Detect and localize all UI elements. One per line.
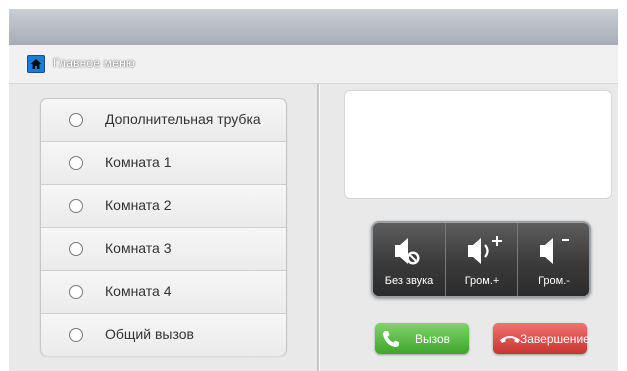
radio-button[interactable] xyxy=(69,199,83,213)
target-list: Дополнительная трубка Комната 1 Комната … xyxy=(40,98,287,356)
list-item-room-2[interactable]: Комната 2 xyxy=(41,185,286,228)
list-item-label: Комната 1 xyxy=(105,154,172,170)
window: Главное меню Дополнительная трубка Комна… xyxy=(9,9,618,371)
volume-up-label: Гром.+ xyxy=(464,275,500,287)
hangup-icon xyxy=(500,336,520,343)
radio-button[interactable] xyxy=(69,328,83,342)
list-item-label: Комната 2 xyxy=(105,197,172,213)
volume-down-label: Гром.- xyxy=(538,275,570,287)
list-item-label: Дополнительная трубка xyxy=(105,111,261,127)
list-item-label: Комната 3 xyxy=(105,240,172,256)
list-item-extra-handset[interactable]: Дополнительная трубка xyxy=(41,99,286,142)
home-icon[interactable] xyxy=(27,55,45,73)
radio-button[interactable] xyxy=(69,113,83,127)
volume-up-icon xyxy=(468,236,502,264)
video-display xyxy=(344,90,612,199)
call-button[interactable]: Вызов xyxy=(375,323,469,354)
volume-down-button[interactable]: Гром.- xyxy=(517,223,589,296)
call-label: Вызов xyxy=(415,332,451,346)
title-bar xyxy=(9,9,618,45)
radio-button[interactable] xyxy=(69,285,83,299)
panel-divider xyxy=(317,84,320,371)
hangup-label: Завершение xyxy=(520,332,590,346)
radio-button[interactable] xyxy=(69,242,83,256)
phone-icon xyxy=(383,331,399,347)
volume-up-button[interactable]: Гром.+ xyxy=(445,223,519,296)
mute-button[interactable]: Без звука xyxy=(373,223,446,296)
breadcrumb: Главное меню xyxy=(9,45,618,84)
audio-controls: Без звука Гром.+ Гром.- xyxy=(371,221,591,298)
volume-down-icon xyxy=(540,238,569,264)
radio-button[interactable] xyxy=(69,156,83,170)
hangup-button[interactable]: Завершение xyxy=(493,323,590,354)
list-item-label: Комната 4 xyxy=(105,283,172,299)
list-item-label: Общий вызов xyxy=(105,326,194,342)
mute-icon xyxy=(395,238,420,265)
breadcrumb-label[interactable]: Главное меню xyxy=(53,56,135,70)
list-item-room-1[interactable]: Комната 1 xyxy=(41,142,286,185)
list-item-general-call[interactable]: Общий вызов xyxy=(41,314,286,356)
mute-label: Без звука xyxy=(384,275,434,287)
list-item-room-4[interactable]: Комната 4 xyxy=(41,271,286,314)
list-item-room-3[interactable]: Комната 3 xyxy=(41,228,286,271)
